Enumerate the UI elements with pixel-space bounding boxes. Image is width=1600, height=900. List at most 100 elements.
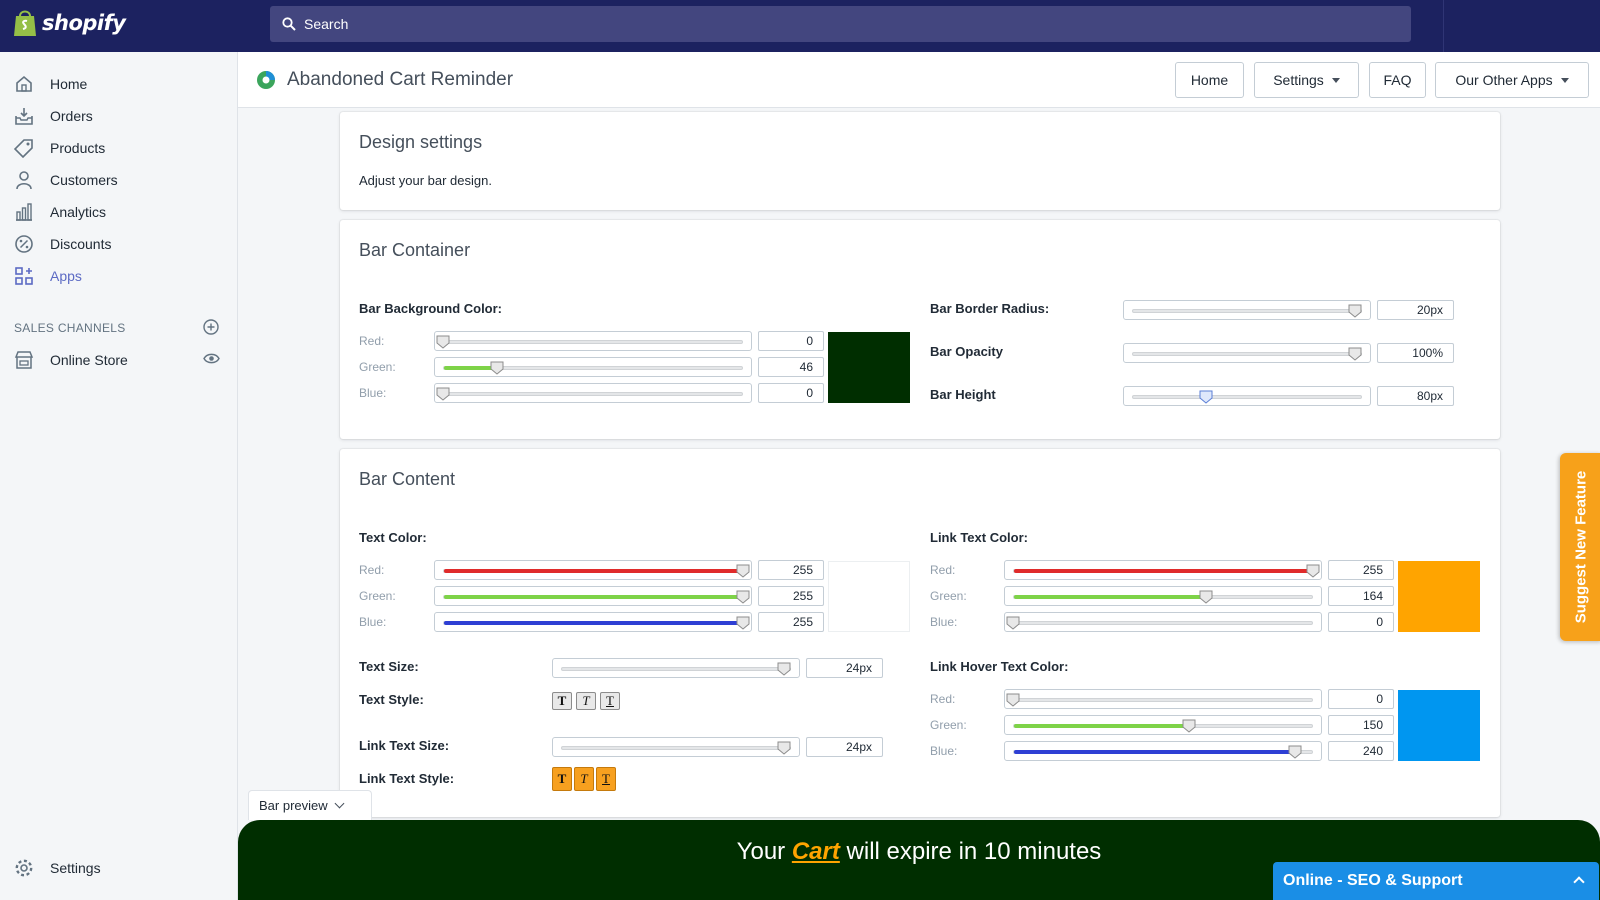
search-input[interactable]: Search xyxy=(270,6,1411,42)
slider-thumb[interactable] xyxy=(777,662,791,676)
slider-thumb[interactable] xyxy=(436,387,450,401)
eye-icon[interactable] xyxy=(203,350,220,367)
hover-red-slider[interactable] xyxy=(1004,689,1322,709)
sidebar-item-orders[interactable]: Orders xyxy=(0,100,238,132)
link-text-size-value[interactable]: 24px xyxy=(806,737,883,757)
other-apps-dropdown-button[interactable]: Our Other Apps xyxy=(1435,62,1589,98)
slider-track xyxy=(1013,595,1313,599)
link-underline-toggle[interactable]: T xyxy=(596,767,616,791)
bg-green-slider[interactable] xyxy=(434,357,752,377)
italic-toggle[interactable]: T xyxy=(576,692,596,710)
link-red-value[interactable]: 255 xyxy=(1328,560,1394,580)
link-text-size-slider[interactable] xyxy=(552,737,800,757)
bg-blue-slider[interactable] xyxy=(434,383,752,403)
bold-toggle[interactable]: T xyxy=(552,692,572,710)
preview-cart-link[interactable]: Cart xyxy=(792,838,840,900)
app-logo-icon xyxy=(257,71,275,89)
slider-thumb[interactable] xyxy=(436,335,450,349)
text-style-buttons: T T T xyxy=(552,692,620,710)
link-bold-toggle[interactable]: T xyxy=(552,767,572,791)
text-red-value[interactable]: 255 xyxy=(758,560,824,580)
link-text-color-label: Link Text Color: xyxy=(930,530,1028,545)
home-button-label: Home xyxy=(1190,72,1229,88)
hover-blue-slider[interactable] xyxy=(1004,741,1322,761)
border-radius-value[interactable]: 20px xyxy=(1377,300,1454,320)
sidebar-item-label: Products xyxy=(50,140,106,156)
slider-track xyxy=(443,569,743,573)
bg-blue-value[interactable]: 0 xyxy=(758,383,824,403)
bar-preview-toggle[interactable]: Bar preview xyxy=(248,790,372,820)
link-green-slider[interactable] xyxy=(1004,586,1322,606)
slider-fill xyxy=(1014,750,1295,754)
slider-thumb[interactable] xyxy=(1306,564,1320,578)
search-icon xyxy=(282,17,296,31)
opacity-slider[interactable] xyxy=(1123,343,1371,363)
underline-toggle[interactable]: T xyxy=(600,692,620,710)
slider-thumb[interactable] xyxy=(1006,693,1020,707)
slider-thumb[interactable] xyxy=(1288,745,1302,759)
app-header: Abandoned Cart Reminder Home Settings FA… xyxy=(238,52,1600,108)
add-channel-icon[interactable] xyxy=(203,319,219,335)
link-italic-toggle[interactable]: T xyxy=(574,767,594,791)
suggest-feature-tab[interactable]: Suggest New Feature xyxy=(1560,453,1600,641)
home-button[interactable]: Home xyxy=(1175,62,1244,98)
slider-thumb[interactable] xyxy=(736,616,750,630)
text-size-label: Text Size: xyxy=(359,659,419,674)
sidebar-item-apps[interactable]: Apps xyxy=(0,260,238,292)
preview-text-after: will expire in 10 minutes xyxy=(846,838,1102,865)
opacity-value[interactable]: 100% xyxy=(1377,343,1454,363)
slider-thumb[interactable] xyxy=(777,741,791,755)
settings-dropdown-button[interactable]: Settings xyxy=(1254,62,1359,98)
sidebar-item-customers[interactable]: Customers xyxy=(0,164,238,196)
slider-thumb[interactable] xyxy=(736,564,750,578)
link-red-slider[interactable] xyxy=(1004,560,1322,580)
bg-red-value[interactable]: 0 xyxy=(758,331,824,351)
slider-thumb[interactable] xyxy=(1182,719,1196,733)
slider-thumb[interactable] xyxy=(736,590,750,604)
sidebar-item-label: Orders xyxy=(50,108,93,124)
slider-fill xyxy=(444,595,742,599)
topbar-divider xyxy=(1443,0,1444,52)
bg-red-slider[interactable] xyxy=(434,331,752,351)
hover-red-value[interactable]: 0 xyxy=(1328,689,1394,709)
sidebar-item-home[interactable]: Home xyxy=(0,68,238,100)
slider-thumb[interactable] xyxy=(1199,390,1213,404)
caret-down-icon xyxy=(1331,77,1340,83)
green-label: Green: xyxy=(930,718,967,732)
slider-thumb[interactable] xyxy=(1348,347,1362,361)
text-green-slider[interactable] xyxy=(434,586,752,606)
link-blue-value[interactable]: 0 xyxy=(1328,612,1394,632)
shopify-logo[interactable]: shopify xyxy=(12,8,126,38)
sidebar-item-products[interactable]: Products xyxy=(0,132,238,164)
slider-thumb[interactable] xyxy=(1199,590,1213,604)
home-icon xyxy=(16,75,32,92)
sidebar-item-label: Home xyxy=(50,76,88,92)
support-chat-widget[interactable]: Online - SEO & Support xyxy=(1273,862,1599,900)
text-size-slider[interactable] xyxy=(552,658,800,678)
text-size-value[interactable]: 24px xyxy=(806,658,883,678)
blue-label: Blue: xyxy=(359,615,387,629)
green-label: Green: xyxy=(930,589,967,603)
height-value[interactable]: 80px xyxy=(1377,386,1454,406)
sidebar-item-settings[interactable]: Settings xyxy=(0,852,238,884)
link-blue-slider[interactable] xyxy=(1004,612,1322,632)
slider-thumb[interactable] xyxy=(1348,304,1362,318)
sidebar-item-analytics[interactable]: Analytics xyxy=(0,196,238,228)
bg-green-value[interactable]: 46 xyxy=(758,357,824,377)
faq-button[interactable]: FAQ xyxy=(1369,62,1426,98)
hover-green-value[interactable]: 150 xyxy=(1328,715,1394,735)
sidebar-item-discounts[interactable]: Discounts xyxy=(0,228,238,260)
text-blue-slider[interactable] xyxy=(434,612,752,632)
hover-green-slider[interactable] xyxy=(1004,715,1322,735)
hover-blue-value[interactable]: 240 xyxy=(1328,741,1394,761)
height-slider[interactable] xyxy=(1123,386,1371,406)
link-green-value[interactable]: 164 xyxy=(1328,586,1394,606)
slider-thumb[interactable] xyxy=(490,361,504,375)
border-radius-slider[interactable] xyxy=(1123,300,1371,320)
blue-label: Blue: xyxy=(359,386,387,400)
text-red-slider[interactable] xyxy=(434,560,752,580)
slider-track xyxy=(443,366,743,370)
text-blue-value[interactable]: 255 xyxy=(758,612,824,632)
slider-thumb[interactable] xyxy=(1006,616,1020,630)
text-green-value[interactable]: 255 xyxy=(758,586,824,606)
